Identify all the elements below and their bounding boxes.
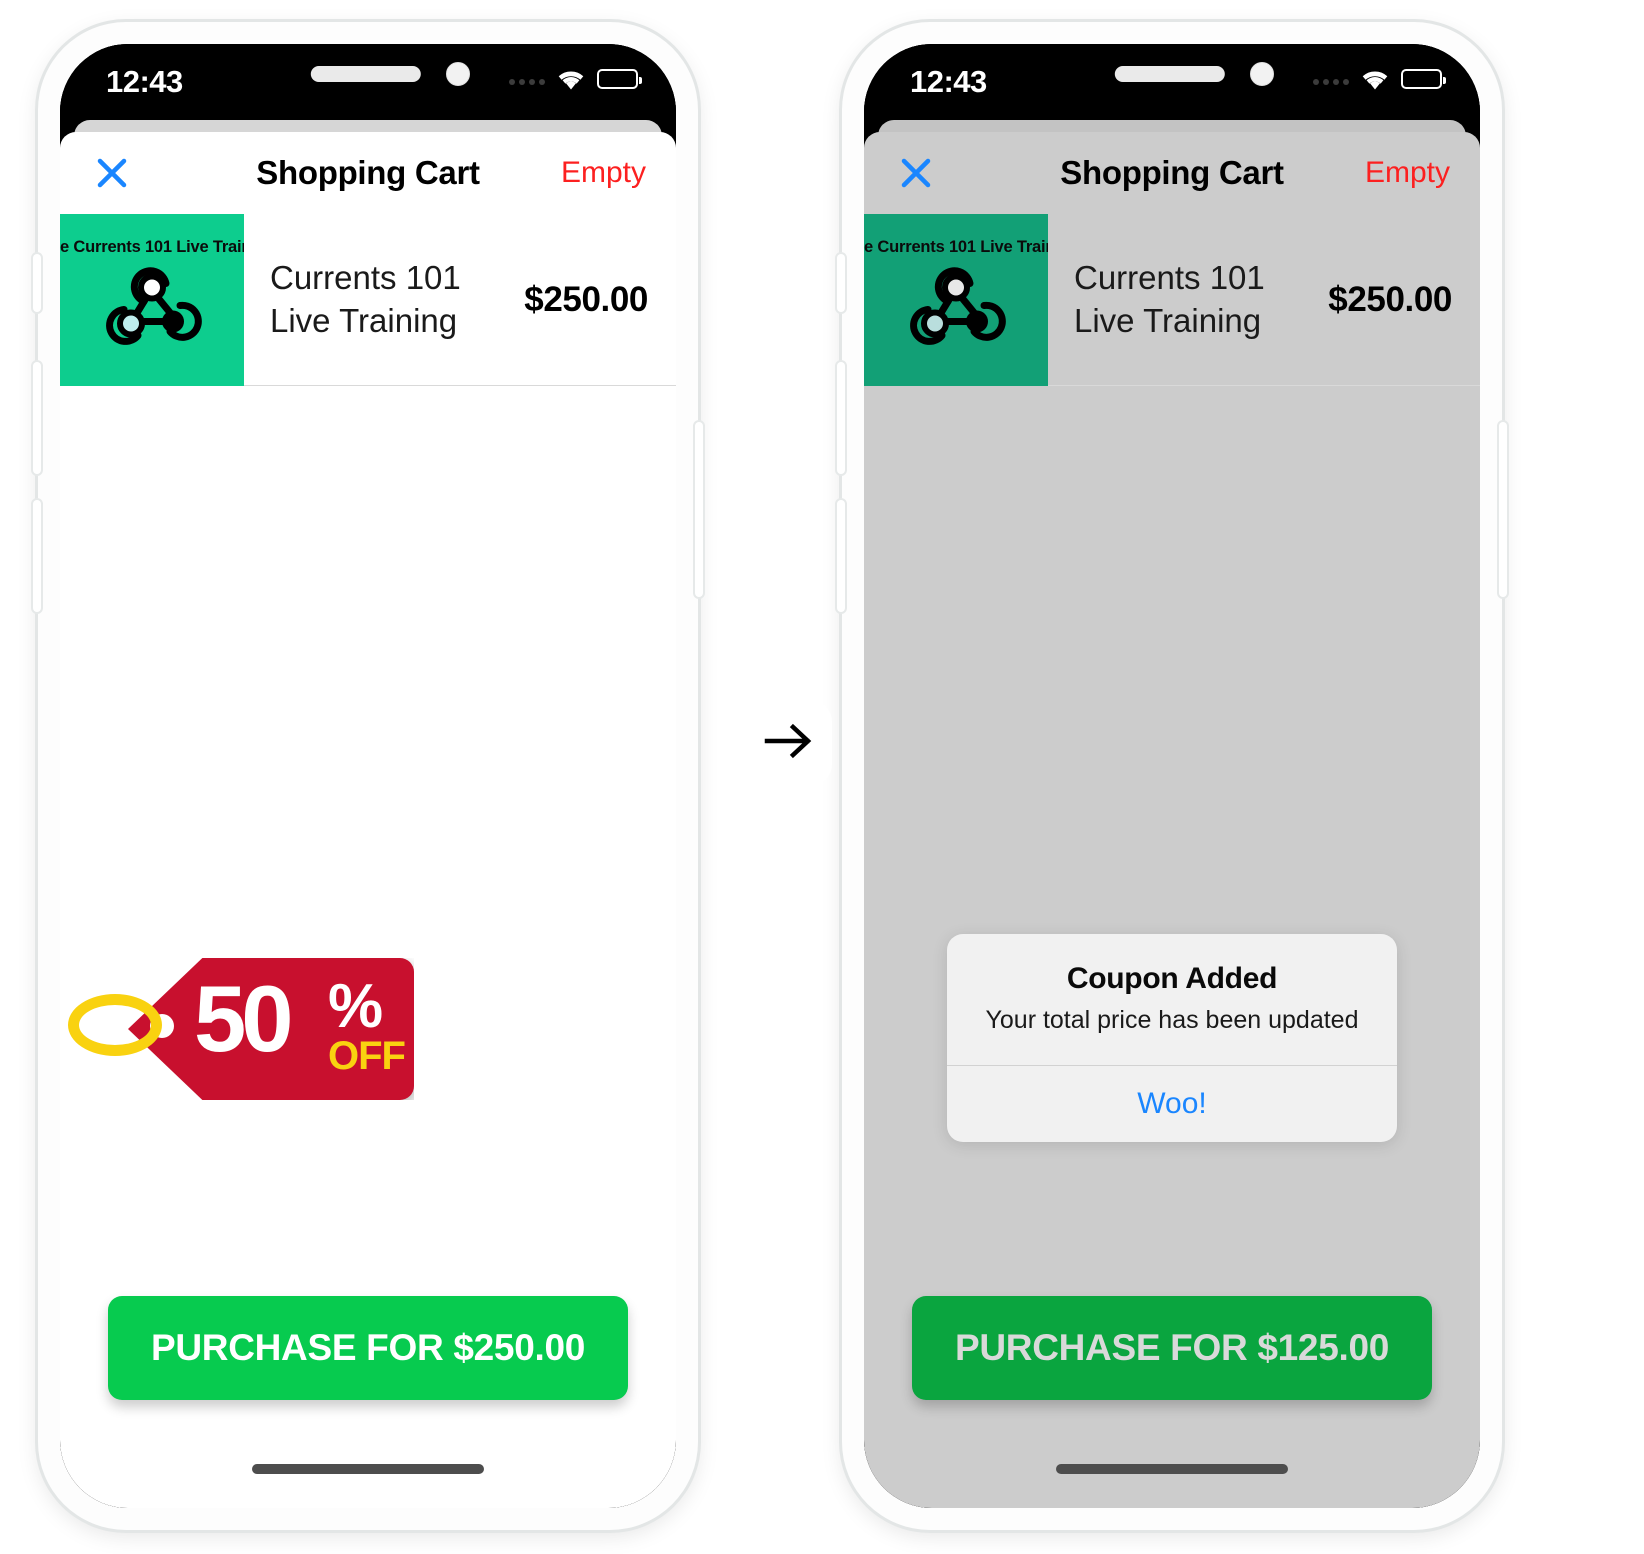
- cart-empty-area: Coupon Added Your total price has been u…: [864, 386, 1480, 1508]
- front-camera-icon: [446, 62, 470, 86]
- wifi-icon: [1358, 66, 1392, 91]
- purchase-button[interactable]: PURCHASE FOR $250.00: [108, 1296, 628, 1400]
- volume-up-button[interactable]: [837, 362, 845, 474]
- discount-tag-ring: [68, 994, 162, 1056]
- product-thumbnail: ze Currents 101 Live Traini: [60, 214, 244, 386]
- product-name: Currents 101 Live Training: [1048, 214, 1328, 385]
- comparison-stage: 12:43 Shopping Cart Empty ze Currents 10…: [0, 0, 1644, 1554]
- product-name-line2: Live Training: [270, 301, 458, 339]
- phone-mockup-before: 12:43 Shopping Cart Empty ze Currents 10…: [33, 22, 703, 1530]
- status-clock: 12:43: [106, 64, 183, 99]
- power-button[interactable]: [1499, 422, 1507, 597]
- battery-icon: [597, 68, 642, 89]
- empty-cart-button[interactable]: Empty: [1365, 156, 1450, 190]
- silent-switch[interactable]: [837, 254, 845, 312]
- notch: [224, 44, 512, 112]
- signal-dots-icon: [1313, 78, 1349, 85]
- dialog-confirm-button[interactable]: Woo!: [947, 1066, 1397, 1142]
- home-indicator[interactable]: [1056, 1464, 1288, 1474]
- cart-line-item[interactable]: ze Currents 101 Live Traini Currents 101…: [60, 214, 676, 386]
- notch: [1028, 44, 1316, 112]
- phone-screen-area: 12:43 Shopping Cart Empty ze Currents 10…: [864, 44, 1480, 1508]
- arrow-right-icon: [763, 721, 815, 766]
- front-camera-icon: [1250, 62, 1274, 86]
- close-x-icon[interactable]: [896, 153, 936, 193]
- dialog-body: Coupon Added Your total price has been u…: [947, 934, 1397, 1065]
- screen-after: 12:43 Shopping Cart Empty ze Currents 10…: [864, 44, 1480, 1508]
- product-price: $250.00: [1328, 279, 1452, 319]
- product-thumbnail: ze Currents 101 Live Traini: [864, 214, 1048, 386]
- product-name-line1: Currents 101: [270, 259, 461, 297]
- thumbnail-caption: ze Currents 101 Live Traini: [60, 238, 244, 256]
- transition-arrow: [746, 700, 832, 786]
- status-indicators: [509, 66, 642, 91]
- volume-down-button[interactable]: [33, 500, 41, 612]
- silent-switch[interactable]: [33, 254, 41, 312]
- status-bar: 12:43: [60, 44, 676, 124]
- empty-cart-button[interactable]: Empty: [561, 156, 646, 190]
- wifi-icon: [554, 66, 588, 91]
- signal-dots-icon: [509, 78, 545, 85]
- purchase-button[interactable]: PURCHASE FOR $125.00: [912, 1296, 1432, 1400]
- discount-tag: 50 % OFF: [66, 954, 418, 1104]
- discount-percent-symbol: %: [328, 972, 384, 1041]
- status-clock: 12:43: [910, 64, 987, 99]
- dialog-title: Coupon Added: [1066, 962, 1278, 995]
- product-price: $250.00: [524, 279, 648, 319]
- phone-mockup-after: 12:43 Shopping Cart Empty ze Currents 10…: [837, 22, 1507, 1530]
- product-name-line2: Live Training: [1074, 301, 1262, 339]
- earpiece-speaker: [1114, 66, 1225, 82]
- cart-empty-area: 50 % OFF PURCHASE FOR $250.00: [60, 386, 676, 1508]
- coupon-added-dialog: Coupon Added Your total price has been u…: [947, 934, 1397, 1142]
- cart-sheet: Shopping Cart Empty ze Currents 101 Live…: [864, 132, 1480, 1508]
- screen-before: 12:43 Shopping Cart Empty ze Currents 10…: [60, 44, 676, 1508]
- thumbnail-caption: ze Currents 101 Live Traini: [864, 238, 1048, 256]
- power-button[interactable]: [695, 422, 703, 597]
- dialog-message: Your total price has been updated: [985, 1006, 1359, 1034]
- cart-navbar: Shopping Cart Empty: [864, 132, 1480, 214]
- cart-navbar: Shopping Cart Empty: [60, 132, 676, 214]
- volume-down-button[interactable]: [837, 500, 845, 612]
- status-bar: 12:43: [864, 44, 1480, 124]
- volume-up-button[interactable]: [33, 362, 41, 474]
- cart-line-item[interactable]: ze Currents 101 Live Traini Currents 101…: [864, 214, 1480, 386]
- product-name-line1: Currents 101: [1074, 259, 1265, 297]
- webhook-network-icon: [100, 258, 204, 363]
- close-x-icon[interactable]: [92, 153, 132, 193]
- battery-icon: [1401, 68, 1446, 89]
- status-indicators: [1313, 66, 1446, 91]
- product-name: Currents 101 Live Training: [244, 214, 524, 385]
- webhook-network-icon: [904, 258, 1008, 363]
- phone-screen-area: 12:43 Shopping Cart Empty ze Currents 10…: [60, 44, 676, 1508]
- discount-percent-value: 50: [194, 966, 294, 1071]
- cart-sheet: Shopping Cart Empty ze Currents 101 Live…: [60, 132, 676, 1508]
- home-indicator[interactable]: [252, 1464, 484, 1474]
- earpiece-speaker: [310, 66, 421, 82]
- discount-off-label: OFF: [328, 1034, 406, 1078]
